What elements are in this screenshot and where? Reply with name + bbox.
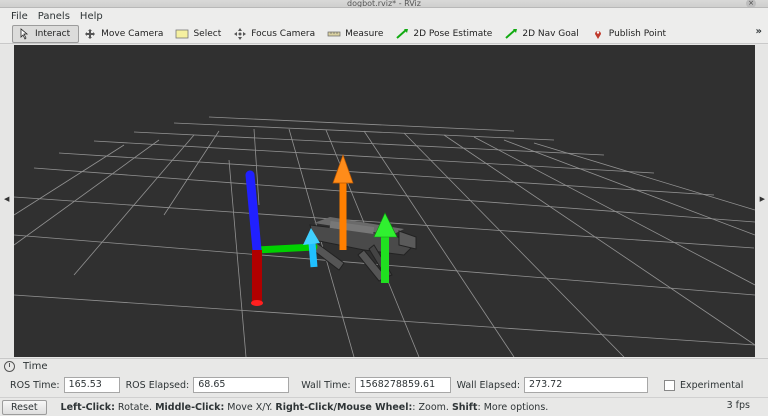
wall-time-field[interactable]: 1568278859.61 [354, 377, 451, 393]
wall-elapsed-label: Wall Elapsed: [456, 379, 521, 391]
nav-goal-tool-button[interactable]: 2D Nav Goal [500, 25, 586, 43]
publish-point-tool-label: Publish Point [608, 28, 667, 39]
help-middle-click-key: Middle-Click: [155, 401, 225, 413]
nav-goal-arrow-icon [505, 28, 518, 39]
wall-elapsed-field[interactable]: 273.72 [524, 377, 649, 393]
focus-camera-tool-label: Focus Camera [251, 28, 316, 39]
focus-camera-tool-button[interactable]: Focus Camera [229, 25, 323, 43]
robot-model [308, 217, 417, 282]
help-shift-key: Shift [451, 401, 478, 413]
toolbar-overflow-button[interactable]: » [756, 26, 762, 37]
ros-elapsed-field[interactable]: 68.65 [193, 377, 290, 393]
right-dock-collapse-arrow-icon[interactable]: ▶ [760, 195, 765, 203]
pose-estimate-tool-button[interactable]: 2D Pose Estimate [391, 25, 500, 43]
move-camera-icon [85, 28, 96, 39]
ros-elapsed-label: ROS Elapsed: [125, 379, 190, 391]
time-panel-header: Time [0, 358, 768, 374]
mouse-help-text: Left-Click: Rotate. Middle-Click: Move X… [61, 402, 549, 413]
tool-toolbar: Interact Move Camera Select Focus Camera… [0, 24, 768, 44]
wall-time-label: Wall Time: [301, 379, 351, 391]
reset-button[interactable]: Reset [2, 399, 47, 415]
help-left-click-desc: Rotate. [114, 401, 156, 413]
pose-estimate-arrow-icon [396, 28, 409, 39]
interact-tool-label: Interact [35, 28, 71, 39]
select-icon [176, 29, 189, 38]
menu-bar: File Panels Help [0, 8, 768, 24]
help-shift-desc: : More options. [477, 401, 549, 413]
move-camera-tool-label: Move Camera [101, 28, 164, 39]
select-tool-label: Select [193, 28, 222, 39]
nav-goal-tool-label: 2D Nav Goal [522, 28, 579, 39]
clock-icon [4, 361, 15, 372]
help-middle-click-desc: Move X/Y. [224, 401, 276, 413]
experimental-label: Experimental [680, 379, 744, 391]
interact-icon [20, 27, 29, 40]
menu-panels[interactable]: Panels [33, 11, 75, 22]
time-panel-title: Time [23, 361, 48, 372]
menu-help[interactable]: Help [75, 11, 108, 22]
window-title: dogbot.rviz* - RViz [347, 0, 421, 8]
3d-viewport[interactable] [14, 45, 755, 357]
publish-point-pin-icon [594, 30, 601, 39]
measure-tool-button[interactable]: Measure [323, 25, 391, 43]
fps-counter: 3 fps [726, 400, 750, 411]
help-right-click-desc: : Zoom. [412, 401, 452, 413]
close-icon[interactable]: × [746, 0, 756, 7]
menu-file[interactable]: File [6, 11, 33, 22]
coordinate-axes [245, 170, 318, 306]
window-titlebar: dogbot.rviz* - RViz × [0, 0, 768, 8]
status-bar: Reset Left-Click: Rotate. Middle-Click: … [0, 397, 768, 416]
move-camera-tool-button[interactable]: Move Camera [79, 25, 171, 43]
3d-scene[interactable] [14, 45, 755, 357]
interact-tool-button[interactable]: Interact [12, 24, 80, 43]
experimental-checkbox[interactable] [664, 379, 676, 391]
focus-camera-icon [234, 27, 247, 40]
measure-icon [327, 31, 341, 36]
render-panel: ◀ ▶ [0, 45, 768, 357]
left-dock-collapse-arrow-icon[interactable]: ◀ [4, 195, 9, 203]
help-right-click-key: Right-Click/Mouse Wheel: [275, 401, 413, 413]
time-panel: ROS Time: 165.53 ROS Elapsed: 68.65 Wall… [0, 375, 768, 395]
ros-time-label: ROS Time: [10, 379, 60, 391]
pose-estimate-tool-label: 2D Pose Estimate [413, 28, 493, 39]
publish-point-tool-button[interactable]: Publish Point [587, 25, 674, 43]
select-tool-button[interactable]: Select [171, 25, 229, 43]
measure-tool-label: Measure [345, 28, 384, 39]
help-left-click-key: Left-Click: [60, 401, 115, 413]
ros-time-field[interactable]: 165.53 [63, 377, 120, 393]
